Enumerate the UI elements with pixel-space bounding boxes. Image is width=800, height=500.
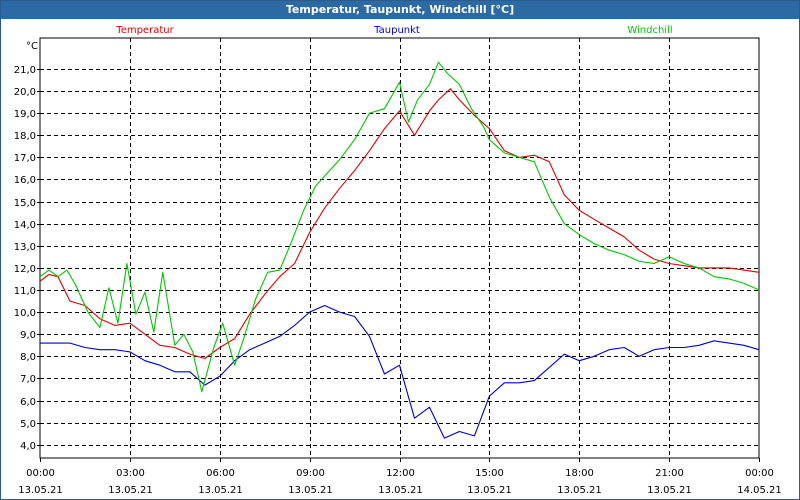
y-tick-label: 4,0 (20, 441, 36, 452)
legend-taupunkt: Taupunkt (373, 25, 420, 36)
y-tick-label: 7,0 (20, 374, 36, 385)
y-tick-label: 21,0 (14, 65, 36, 76)
y-tick-label: 8,0 (20, 352, 36, 363)
y-tick-label: 12,0 (14, 264, 36, 275)
x-tick-time: 15:00 (475, 468, 504, 479)
y-tick-label: 15,0 (14, 198, 36, 209)
y-tick-label: 10,0 (14, 308, 36, 319)
x-tick-date: 13.05.21 (378, 485, 423, 496)
x-tick-date: 13.05.21 (647, 485, 692, 496)
y-tick-label: 18,0 (14, 131, 36, 142)
y-axis-label: °C (26, 41, 38, 52)
x-tick-time: 21:00 (655, 468, 684, 479)
x-tick-time: 03:00 (116, 468, 145, 479)
x-tick-date: 13.05.21 (557, 485, 602, 496)
legend-windchill: Windchill (627, 25, 672, 36)
x-tick-date: 13.05.21 (18, 485, 63, 496)
x-tick-time: 12:00 (386, 468, 415, 479)
y-tick-label: 5,0 (20, 419, 36, 430)
x-tick-time: 09:00 (296, 468, 325, 479)
y-tick-label: 14,0 (14, 220, 36, 231)
x-tick-date: 13.05.21 (288, 485, 333, 496)
y-tick-label: 17,0 (14, 153, 36, 164)
chart-canvas: 4,0 5,0 6,0 7,0 8,0 9,0 10,0 11,0 12,0 13,0 14,0 15… (14, 25, 782, 496)
x-tick-time: 00:00 (745, 468, 774, 479)
y-tick-label: 19,0 (14, 109, 36, 120)
plot-area (39, 37, 760, 459)
series-line-temperatur (39, 88, 760, 360)
y-tick-label: 16,0 (14, 175, 36, 186)
y-tick-label: 6,0 (20, 397, 36, 408)
x-tick-date: 13.05.21 (467, 485, 512, 496)
x-tick-date: 13.05.21 (198, 485, 243, 496)
x-tick-date: 13.05.21 (108, 485, 153, 496)
y-tick-label: 11,0 (14, 286, 36, 297)
y-tick-label: 20,0 (14, 87, 36, 98)
y-tick-label: 9,0 (20, 330, 36, 341)
x-tick-time: 18:00 (565, 468, 594, 479)
x-tick-time: 06:00 (206, 468, 235, 479)
legend-temperatur: Temperatur (115, 25, 174, 36)
series-line-taupunkt (40, 304, 760, 439)
x-tick-time: 00:00 (26, 468, 55, 479)
x-tick-date: 14.05.21 (737, 485, 782, 496)
y-tick-label: 13,0 (14, 242, 36, 253)
